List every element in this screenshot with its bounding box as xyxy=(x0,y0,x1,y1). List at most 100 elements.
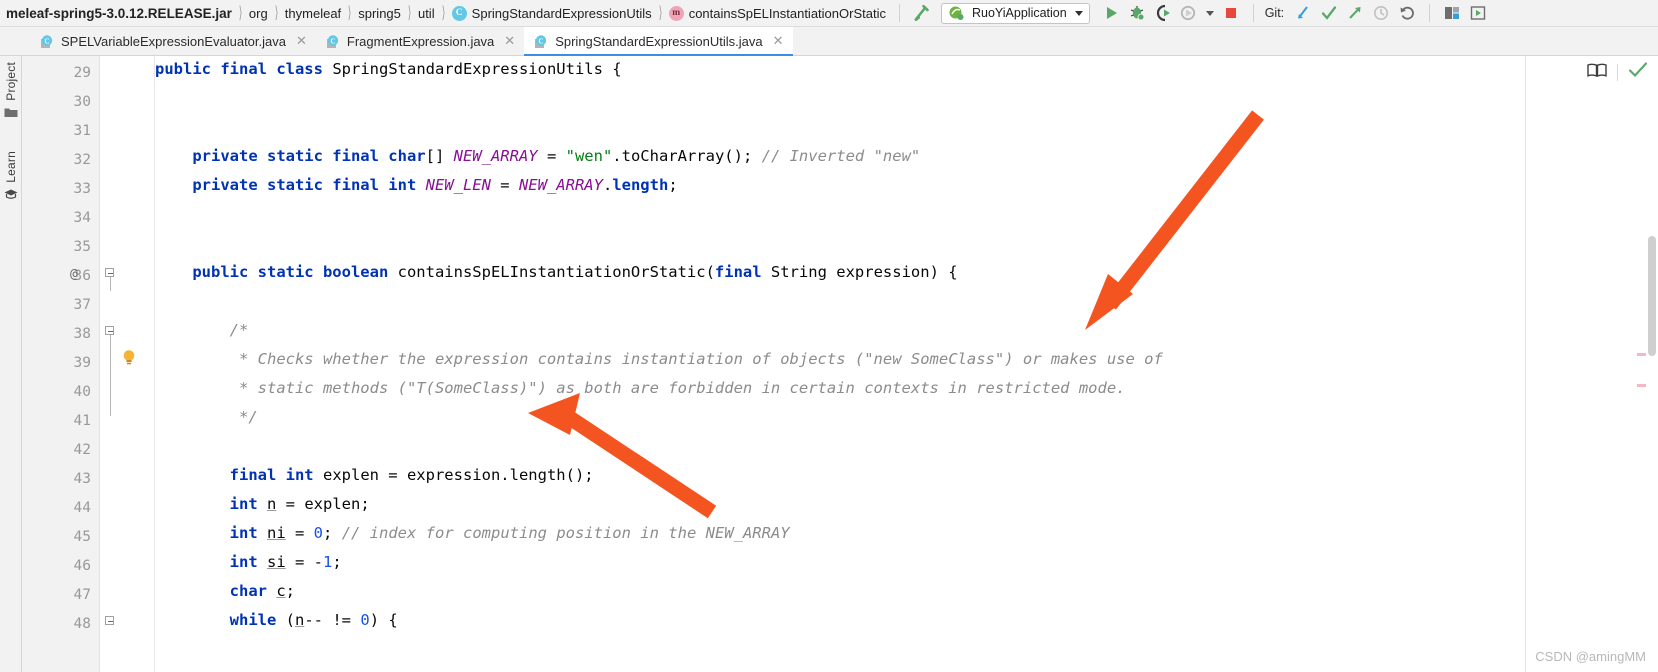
breadcrumb-item-org[interactable]: org xyxy=(245,0,272,27)
code-line-39: * Checks whether the expression contains… xyxy=(155,350,1163,368)
folder-icon xyxy=(4,106,18,121)
breadcrumb-item-util[interactable]: util xyxy=(414,0,439,27)
line-number: 31 xyxy=(73,123,91,139)
breadcrumb-method[interactable]: m containsSpELInstantiationOrStatic xyxy=(665,0,890,27)
watermark: CSDN @amingMM xyxy=(1535,649,1646,664)
chevron-down-icon[interactable] xyxy=(1074,10,1083,16)
breadcrumb-separator-icon: ⟩ xyxy=(347,3,352,22)
git-history-icon[interactable] xyxy=(1370,2,1392,24)
code-line-45: int ni = 0; // index for computing posit… xyxy=(229,524,790,542)
tab-spelvariableexpressionevaluator[interactable]: C SPELVariableExpressionEvaluator.java ✕ xyxy=(30,27,316,56)
line-number: 37 xyxy=(73,297,91,313)
close-icon[interactable]: ✕ xyxy=(504,35,515,48)
code-text-area[interactable]: public final class SpringStandardExpress… xyxy=(155,56,1525,672)
line-number: 32 xyxy=(73,152,91,168)
breadcrumb-jar[interactable]: meleaf-spring5-3.0.12.RELEASE.jar xyxy=(2,0,236,27)
breadcrumb-separator-icon: ⟩ xyxy=(407,3,412,22)
inspections-ok-icon[interactable] xyxy=(1628,61,1648,84)
code-line-48: while (n-- != 0) { xyxy=(229,611,398,629)
svg-text:C: C xyxy=(44,37,49,45)
top-toolbar: meleaf-spring5-3.0.12.RELEASE.jar ⟩ org … xyxy=(0,0,1658,27)
breadcrumb: meleaf-spring5-3.0.12.RELEASE.jar ⟩ org … xyxy=(0,0,890,27)
breadcrumb-separator-icon: ⟩ xyxy=(441,3,445,22)
inspection-widget[interactable] xyxy=(1587,61,1648,84)
line-number: 29 xyxy=(73,65,91,81)
fold-marker-comment[interactable] xyxy=(105,326,114,335)
fold-tail xyxy=(109,277,111,291)
git-rollback-icon[interactable] xyxy=(1396,2,1418,24)
build-hammer-icon[interactable] xyxy=(911,2,933,24)
ide-window: meleaf-spring5-3.0.12.RELEASE.jar ⟩ org … xyxy=(0,0,1658,672)
code-line-40: * static methods ("T(SomeClass)") as bot… xyxy=(155,379,1126,397)
toolbar-divider xyxy=(898,4,900,22)
toolbar-divider xyxy=(1429,4,1431,22)
left-tool-window-bar: Project Learn xyxy=(0,56,22,672)
sidebar-item-project[interactable]: Project xyxy=(0,60,22,121)
close-icon[interactable]: ✕ xyxy=(773,35,784,48)
vertical-scrollbar-thumb[interactable] xyxy=(1648,236,1656,356)
tab-label: SpringStandardExpressionUtils.java xyxy=(555,34,763,49)
line-number: 40 xyxy=(73,384,91,400)
sidebar-item-learn[interactable]: Learn xyxy=(0,149,22,203)
code-editor[interactable]: 29 30 31 32 33 34 35 36 37 38 39 40 41 4… xyxy=(22,56,1658,672)
open-settings-icon[interactable] xyxy=(1467,2,1489,24)
code-line-29: public final class SpringStandardExpress… xyxy=(155,60,622,78)
line-number: 41 xyxy=(73,413,91,429)
tab-label: FragmentExpression.java xyxy=(346,34,495,49)
tab-fragmentexpression[interactable]: C FragmentExpression.java ✕ xyxy=(316,27,524,56)
java-class-file-icon: C xyxy=(534,34,549,50)
error-stripe-mark[interactable] xyxy=(1637,384,1646,387)
code-line-41: */ xyxy=(155,408,258,426)
fold-marker-method[interactable] xyxy=(105,268,114,277)
fold-tail xyxy=(109,335,111,407)
git-commit-icon[interactable] xyxy=(1318,2,1340,24)
fold-tail xyxy=(109,407,111,416)
run-configuration-selector[interactable]: RuoYiApplication xyxy=(940,2,1090,24)
profiler-icon[interactable] xyxy=(1178,2,1200,24)
svg-text:C: C xyxy=(330,37,335,45)
line-number: 30 xyxy=(73,94,91,110)
java-class-file-icon: C xyxy=(40,34,55,50)
code-line-32: private static final char[] NEW_ARRAY = … xyxy=(192,147,921,165)
line-number: 39 xyxy=(73,355,91,371)
run-with-coverage-icon[interactable] xyxy=(1152,2,1174,24)
run-icon[interactable] xyxy=(1100,2,1122,24)
line-number: 38 xyxy=(73,326,91,342)
debug-icon[interactable] xyxy=(1126,2,1148,24)
git-push-icon[interactable] xyxy=(1344,2,1366,24)
code-line-46: int si = -1; xyxy=(229,553,342,571)
sidebar-item-label: Project xyxy=(4,62,18,101)
method-icon: m xyxy=(668,5,684,21)
search-everywhere-icon[interactable] xyxy=(1441,2,1463,24)
line-number: 47 xyxy=(73,587,91,603)
code-line-44: int n = explen; xyxy=(229,495,370,513)
line-number: 33 xyxy=(73,181,91,197)
breadcrumb-method-label: containsSpELInstantiationOrStatic xyxy=(688,5,886,21)
fold-marker-while[interactable] xyxy=(105,616,114,625)
sidebar-item-label: Learn xyxy=(4,151,18,183)
override-annotation-marker: @ xyxy=(70,267,78,282)
reader-mode-icon[interactable] xyxy=(1587,62,1607,83)
breadcrumb-item-thymeleaf[interactable]: thymeleaf xyxy=(281,0,345,27)
line-number: 46 xyxy=(73,558,91,574)
graduation-cap-icon xyxy=(4,188,18,203)
editor-right-panel xyxy=(1525,56,1658,672)
line-number: 48 xyxy=(73,616,91,632)
breadcrumb-class[interactable]: C SpringStandardExpressionUtils xyxy=(448,0,656,27)
line-number: 45 xyxy=(73,529,91,545)
breadcrumb-class-label: SpringStandardExpressionUtils xyxy=(471,5,652,21)
line-number-gutter[interactable]: 29 30 31 32 33 34 35 36 37 38 39 40 41 4… xyxy=(22,56,100,672)
breadcrumb-item-spring5[interactable]: spring5 xyxy=(354,0,405,27)
stop-icon[interactable] xyxy=(1220,2,1242,24)
error-stripe-mark[interactable] xyxy=(1637,353,1646,356)
profiler-dropdown-icon[interactable] xyxy=(1204,2,1216,24)
class-icon: C xyxy=(451,5,467,21)
divider xyxy=(1617,64,1618,81)
intention-bulb-icon[interactable] xyxy=(122,349,135,365)
fold-and-hint-gutter[interactable] xyxy=(100,56,155,672)
git-update-icon[interactable] xyxy=(1292,2,1314,24)
close-icon[interactable]: ✕ xyxy=(296,35,307,48)
tab-springstandardexpressionutils[interactable]: C SpringStandardExpressionUtils.java ✕ xyxy=(524,27,793,56)
breadcrumb-separator-icon: ⟩ xyxy=(658,3,662,22)
code-line-38: /* xyxy=(155,321,249,339)
